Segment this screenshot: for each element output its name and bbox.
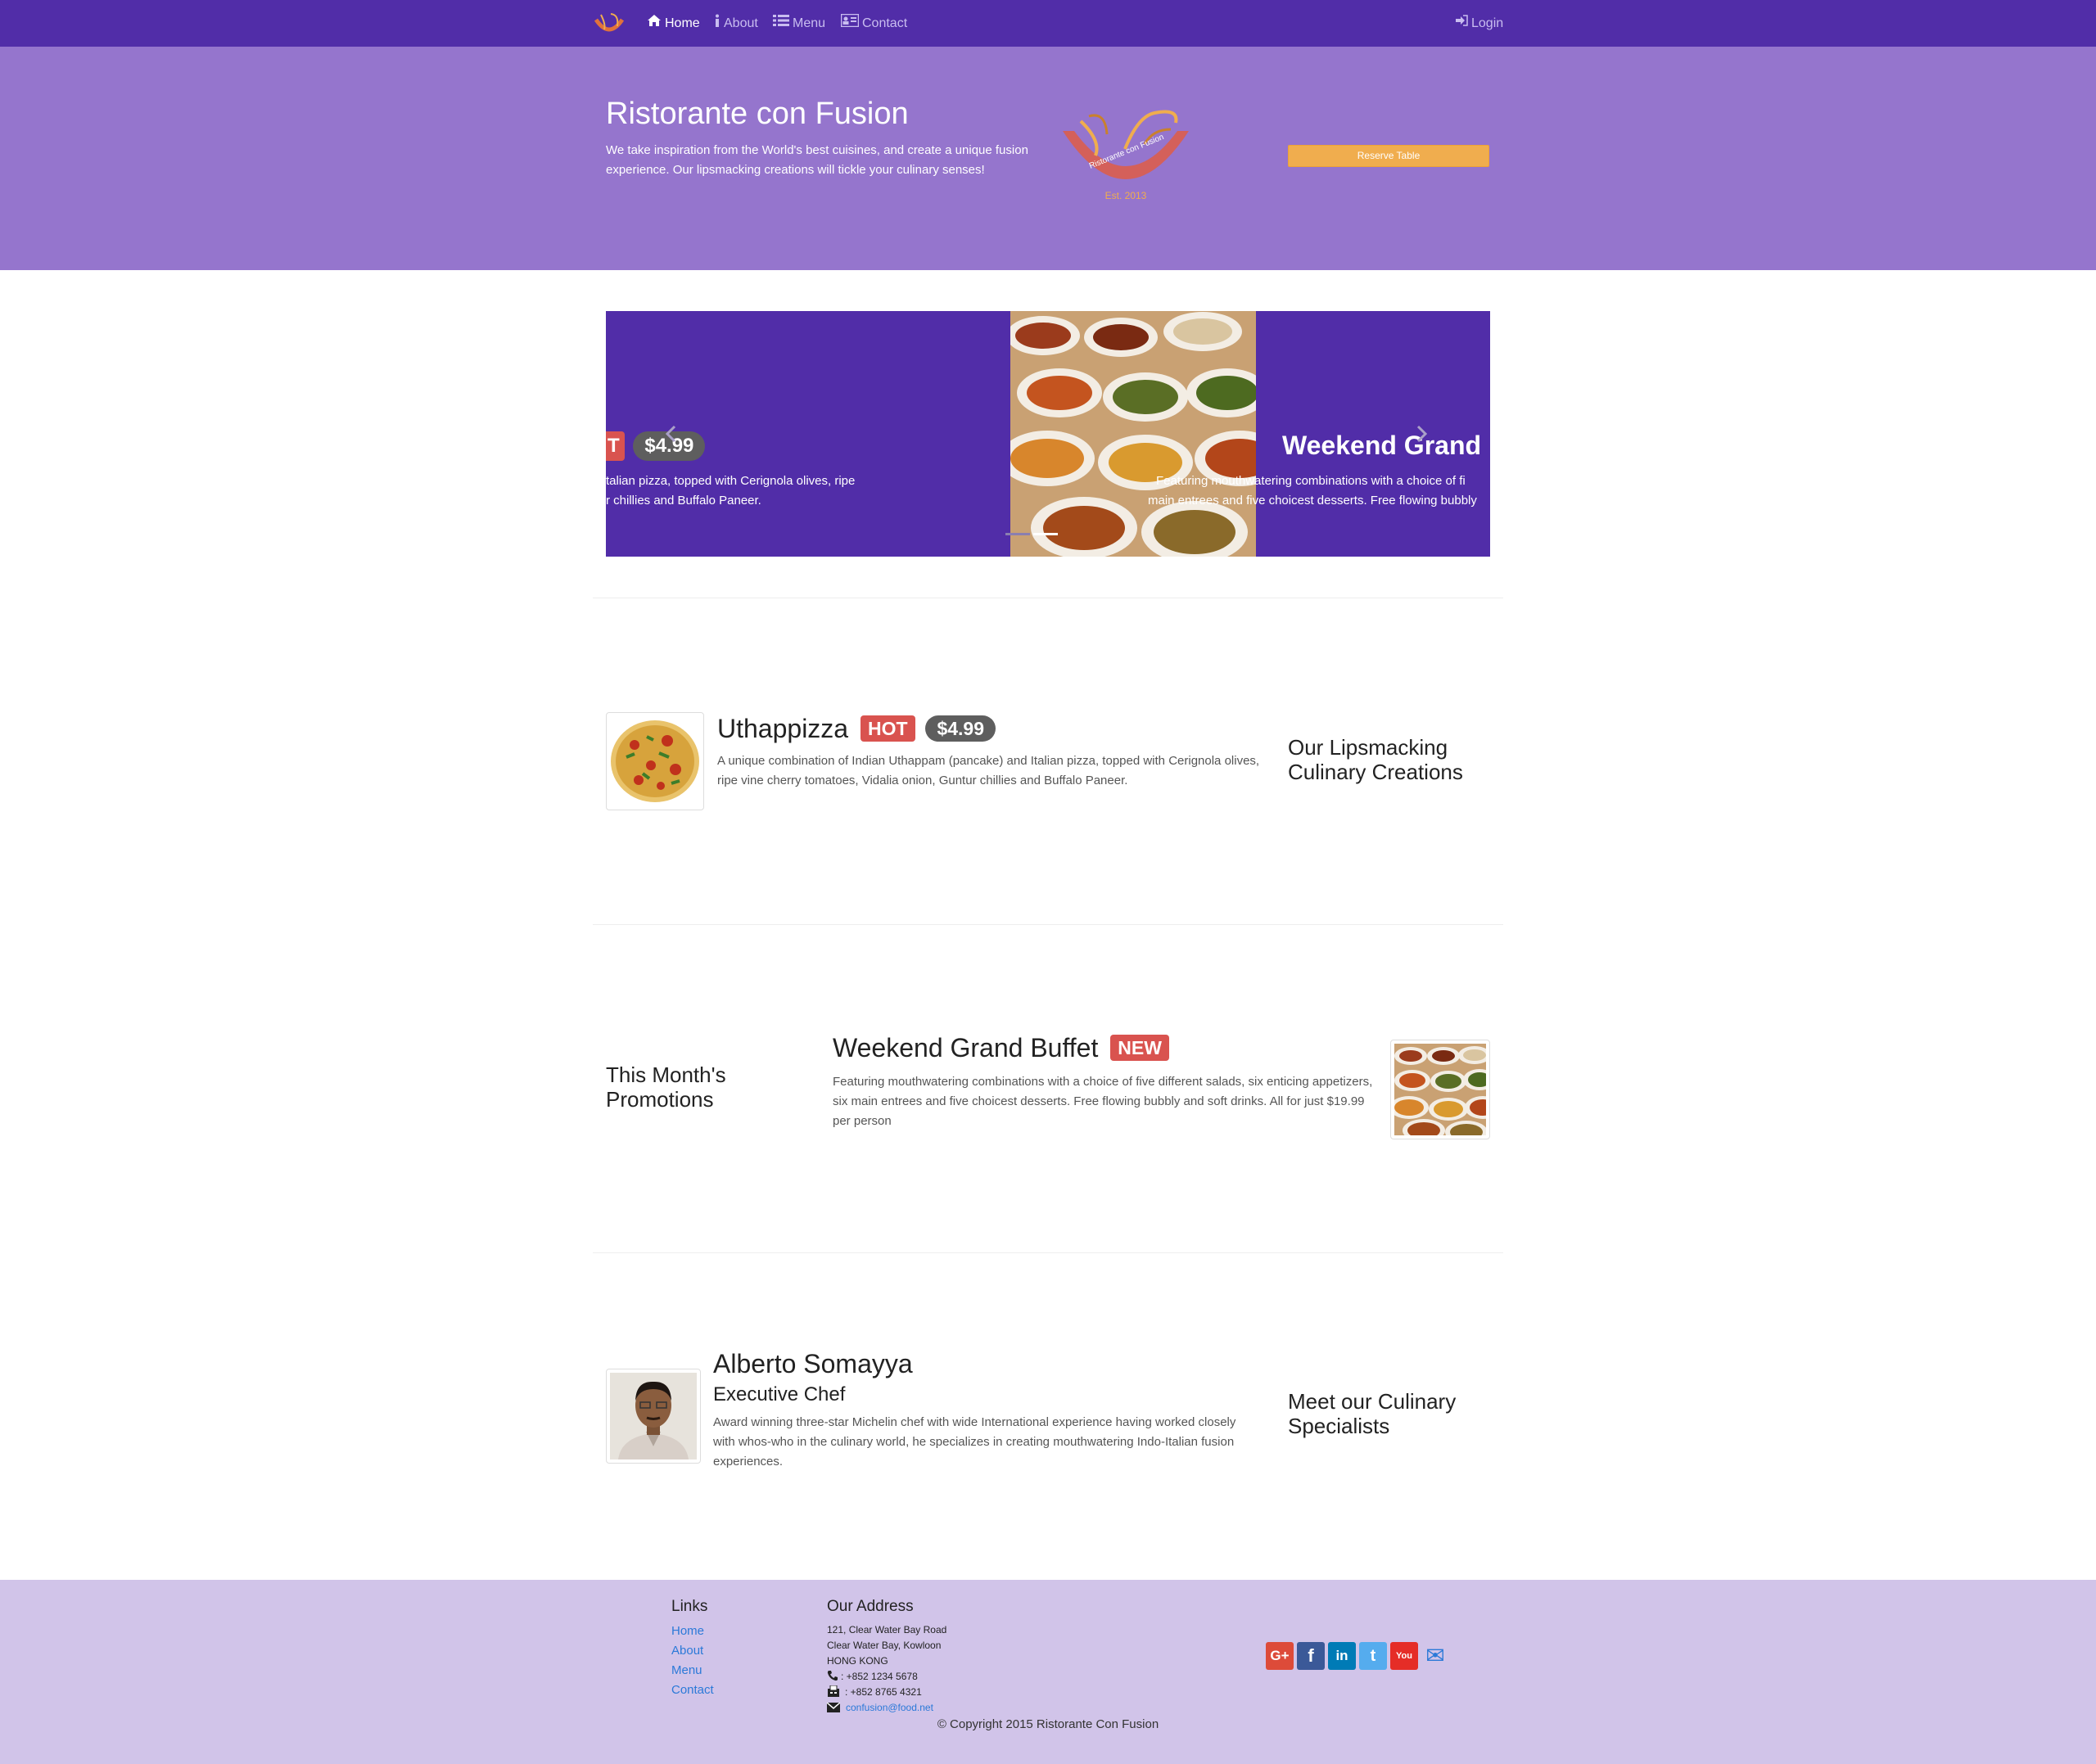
carousel-indicators[interactable] <box>1005 533 1064 538</box>
dish-heading: Uthappizza HOT $4.99 <box>717 714 996 744</box>
buffet-thumbnail <box>1389 1040 1501 1144</box>
facebook-icon[interactable]: f <box>1297 1642 1325 1670</box>
restaurant-logo-image: Ristorante con Fusion Est. 2013 <box>1056 105 1195 210</box>
chef-photo <box>606 1369 701 1464</box>
fax-number: : +852 8765 4321 <box>845 1686 922 1698</box>
footer <box>0 1580 2096 1764</box>
google-plus-icon[interactable]: G+ <box>1266 1642 1294 1670</box>
copyright: © Copyright 2015 Ristorante Con Fusion <box>937 1717 1159 1731</box>
carousel-indicator[interactable] <box>1005 533 1030 535</box>
uthappizza-thumbnail <box>606 712 704 810</box>
phone-number: : +852 1234 5678 <box>841 1671 918 1682</box>
footer-link-home[interactable]: Home <box>671 1624 704 1638</box>
section-divider <box>593 1252 1503 1253</box>
carousel-hot-badge: T <box>606 431 625 461</box>
carousel-left-caption: talian pizza, topped with Cerignola oliv… <box>606 471 855 511</box>
info-icon <box>714 14 720 34</box>
leader-section-title: Meet our Culinary Specialists <box>1288 1389 1457 1438</box>
footer-link-about[interactable]: About <box>671 1644 703 1658</box>
login-label: Login <box>1471 16 1504 31</box>
chef-designation: Executive Chef <box>713 1383 846 1405</box>
address-line-3: HONG KONG <box>827 1655 888 1667</box>
jumbotron-title: Ristorante con Fusion <box>606 97 909 131</box>
youtube-icon[interactable]: You <box>1390 1642 1418 1670</box>
sign-in-icon <box>1455 14 1468 34</box>
chef-name: Alberto Somayya <box>713 1349 913 1378</box>
linkedin-icon[interactable]: in <box>1328 1642 1356 1670</box>
carousel-right-caption: Featuring mouthwatering combinations wit… <box>1148 471 1477 511</box>
footer-links-heading: Links <box>671 1598 708 1615</box>
promotion-section-title: This Month's Promotions <box>606 1062 726 1112</box>
email-link[interactable]: confusion@food.net <box>846 1702 933 1713</box>
carousel-left-badges: T $4.99 <box>606 431 706 461</box>
logo-est-text: Est. 2013 <box>1104 190 1147 201</box>
jumbotron <box>0 47 2096 270</box>
twitter-icon[interactable]: t <box>1359 1642 1387 1670</box>
reserve-table-button[interactable]: Reserve Table <box>1288 145 1489 167</box>
navbar: Home About Menu Contact Login <box>0 0 2096 47</box>
carousel-left-caption-line1: talian pizza, topped with Cerignola oliv… <box>606 474 856 488</box>
nav-about-label: About <box>724 16 758 31</box>
promotion-description: Featuring mouthwatering combinations wit… <box>833 1075 1373 1128</box>
phone-icon <box>827 1670 838 1681</box>
nav-menu-label: Menu <box>793 16 826 31</box>
carousel-indicator-active[interactable] <box>1033 533 1058 535</box>
hot-badge: HOT <box>860 715 915 742</box>
new-badge: NEW <box>1110 1035 1169 1061</box>
chevron-right-icon[interactable] <box>1413 424 1430 444</box>
address-line-1: 121, Clear Water Bay Road <box>827 1624 947 1635</box>
restaurant-logo-icon[interactable] <box>594 11 625 36</box>
list-icon <box>773 14 789 34</box>
fax-icon <box>827 1685 840 1697</box>
carousel-right-title: Weekend Grand B <box>1282 431 1490 460</box>
buffet-image <box>1010 311 1256 557</box>
chevron-left-icon[interactable] <box>663 424 680 444</box>
address-card-icon <box>840 13 860 34</box>
nav-menu[interactable]: Menu <box>773 14 825 34</box>
carousel-right-caption-line2: main entrees and five choicest desserts.… <box>1148 494 1477 508</box>
mail-icon[interactable]: ✉ <box>1421 1642 1449 1670</box>
nav-home-label: Home <box>665 16 700 31</box>
footer-link-contact[interactable]: Contact <box>671 1683 714 1697</box>
nav-contact[interactable]: Contact <box>840 13 908 34</box>
nav-contact-label: Contact <box>862 16 908 31</box>
section-divider <box>593 924 1503 925</box>
dish-title: Uthappizza <box>717 714 849 743</box>
dish-section-title: Our Lipsmacking Culinary Creations <box>1288 735 1463 784</box>
carousel[interactable]: T $4.99 talian pizza, topped with Cerign… <box>606 311 1490 557</box>
nav-home[interactable]: Home <box>647 14 700 34</box>
chef-description: Award winning three-star Michelin chef w… <box>713 1415 1236 1468</box>
carousel-left-caption-line2: r chillies and Buffalo Paneer. <box>606 494 761 508</box>
dish-description: A unique combination of Indian Uthappam … <box>717 754 1260 787</box>
envelope-icon <box>826 1702 841 1712</box>
price-badge: $4.99 <box>925 715 996 742</box>
home-icon <box>647 14 662 34</box>
login-link[interactable]: Login <box>1455 14 1503 34</box>
nav-about[interactable]: About <box>714 14 758 34</box>
carousel-right-caption-line1: Featuring mouthwatering combinations wit… <box>1156 474 1466 488</box>
address-line-2: Clear Water Bay, Kowloon <box>827 1640 942 1651</box>
jumbotron-text: We take inspiration from the World's bes… <box>606 143 1028 177</box>
footer-link-menu[interactable]: Menu <box>671 1663 702 1677</box>
footer-address-heading: Our Address <box>827 1598 914 1615</box>
promotion-title: Weekend Grand Buffet <box>833 1033 1099 1062</box>
promotion-heading: Weekend Grand Buffet NEW <box>833 1033 1169 1063</box>
